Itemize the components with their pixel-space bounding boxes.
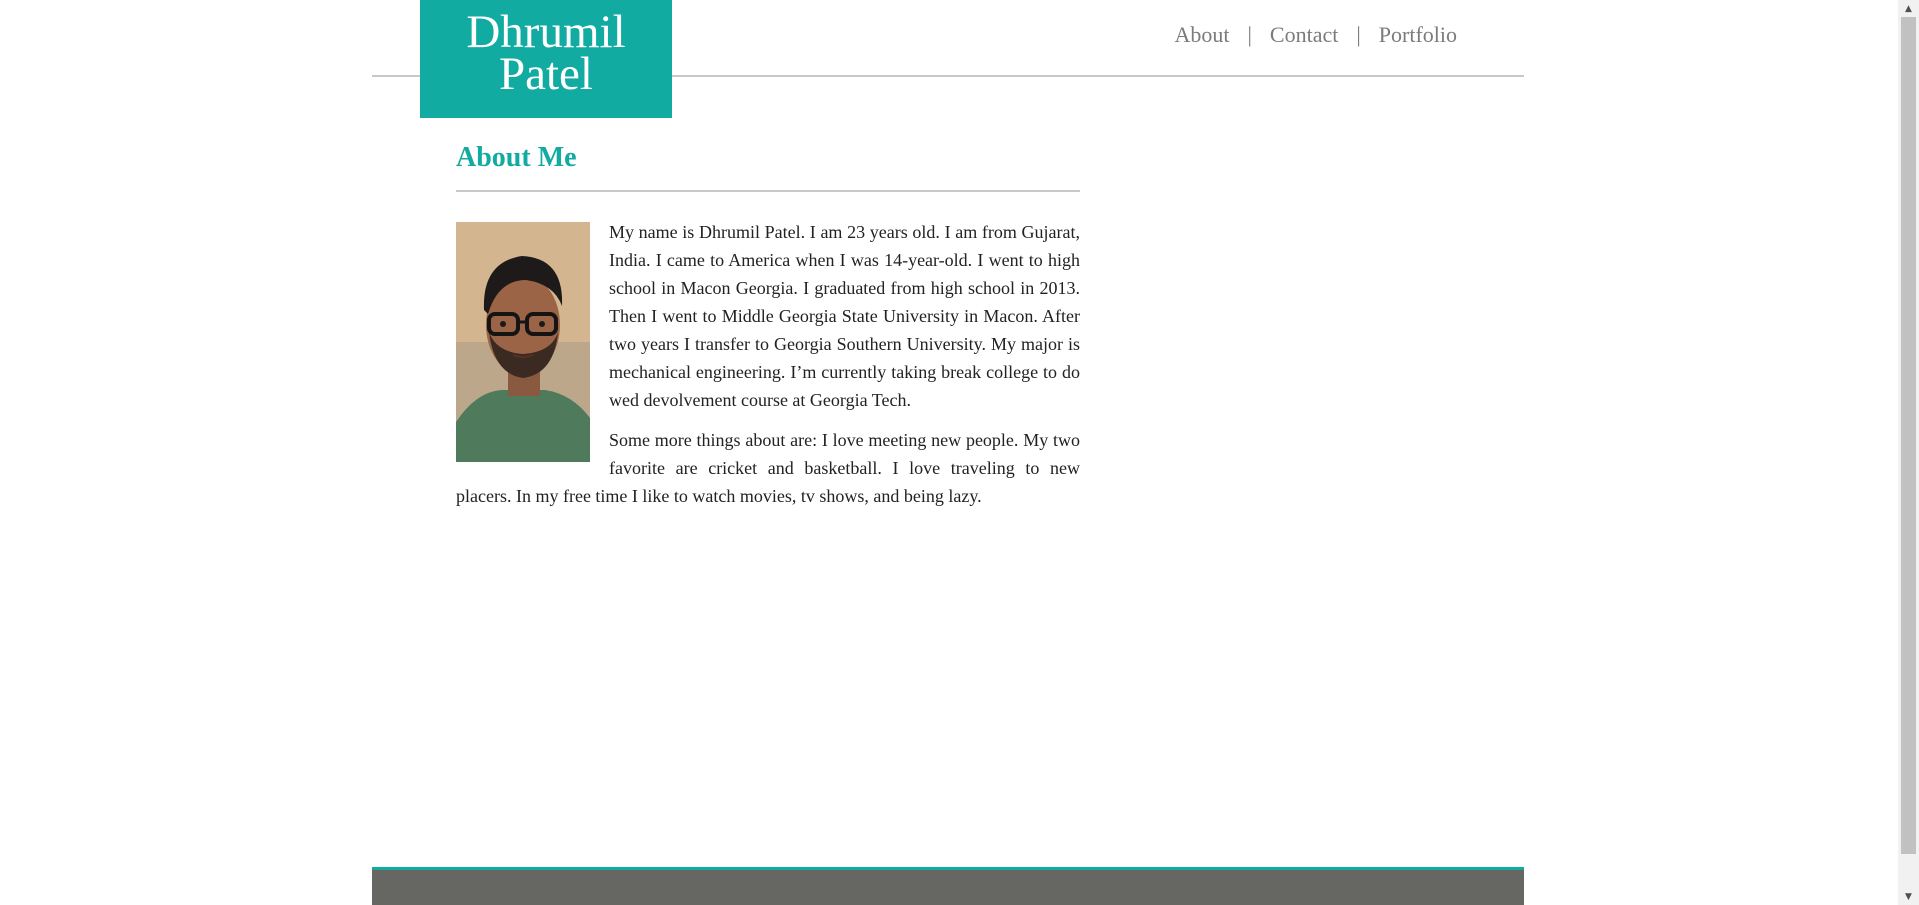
profile-photo xyxy=(456,222,590,462)
scrollbar-thumb[interactable] xyxy=(1901,17,1916,854)
browser-viewport: Dhrumil Patel About | Contact | Portfoli… xyxy=(0,0,1898,905)
about-section: About Me My name is Dhrumil Patel. I am … xyxy=(456,136,1080,510)
nav-link-contact[interactable]: Contact xyxy=(1270,22,1338,48)
site-footer xyxy=(372,867,1524,905)
nav-separator: | xyxy=(1247,22,1252,47)
nav-link-portfolio[interactable]: Portfolio xyxy=(1379,22,1457,48)
vertical-scrollbar[interactable]: ▲ ▼ xyxy=(1898,0,1919,905)
site-logo[interactable]: Dhrumil Patel xyxy=(420,0,672,118)
scroll-down-arrow-icon[interactable]: ▼ xyxy=(1898,888,1919,905)
scroll-up-arrow-icon[interactable]: ▲ xyxy=(1898,0,1919,17)
nav-link-about[interactable]: About xyxy=(1175,22,1230,48)
page-container: Dhrumil Patel About | Contact | Portfoli… xyxy=(372,0,1524,905)
main-nav: About | Contact | Portfolio xyxy=(1175,22,1457,48)
section-heading: About Me xyxy=(456,136,1080,192)
nav-separator: | xyxy=(1356,22,1361,47)
